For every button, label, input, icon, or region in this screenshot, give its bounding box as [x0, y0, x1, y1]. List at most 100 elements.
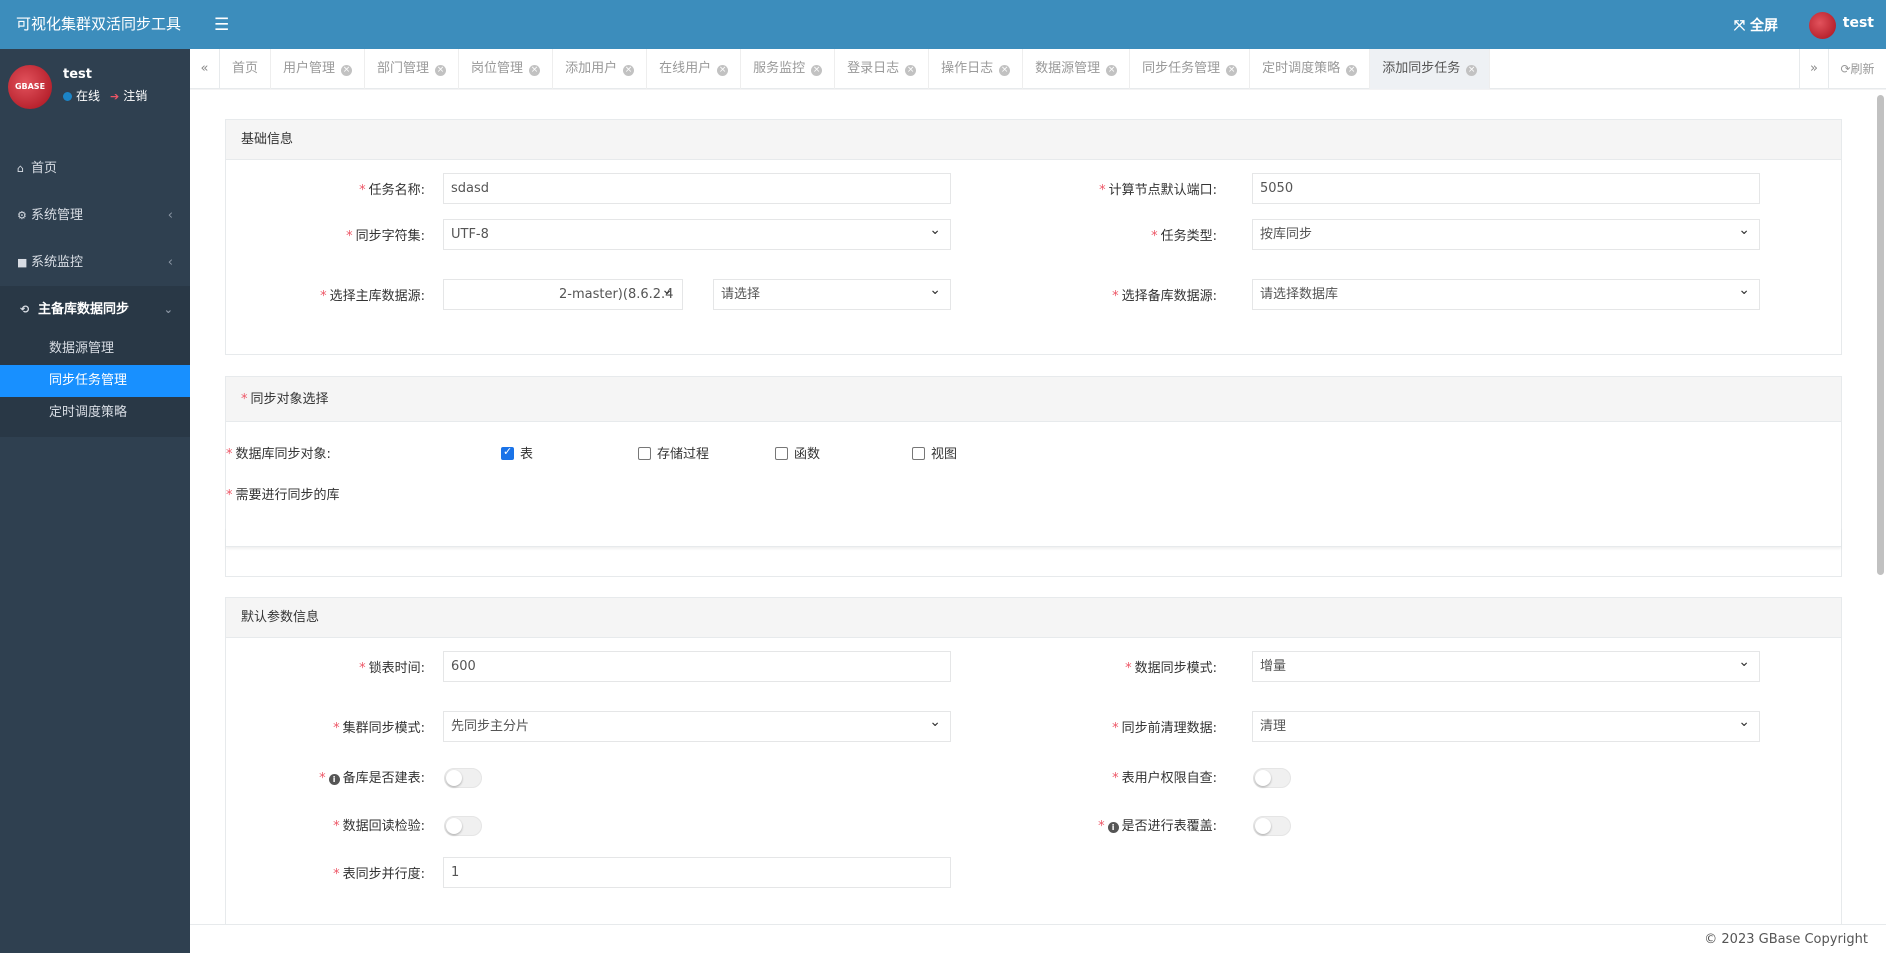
- sync-mode-select[interactable]: 增量: [1252, 651, 1760, 682]
- tab-oper-log[interactable]: 操作日志 ×: [929, 49, 1024, 89]
- tab-add-sync-task[interactable]: 添加同步任务 ×: [1370, 49, 1491, 89]
- checkbox-table[interactable]: [501, 445, 514, 460]
- sidebar-item-system[interactable]: ⚙ 系统管理 ‹: [0, 192, 190, 239]
- footer-copyright: © 2023 GBase Copyright: [190, 924, 1886, 953]
- close-icon[interactable]: ×: [811, 65, 823, 76]
- task-name-input[interactable]: sdasd: [443, 173, 951, 204]
- close-icon[interactable]: ×: [905, 65, 917, 76]
- clean-data-label: * 同步前清理数据:: [1112, 721, 1217, 736]
- close-icon[interactable]: ×: [1466, 65, 1478, 76]
- charset-select[interactable]: UTF-8: [443, 219, 951, 250]
- lock-time-label: * 锁表时间:: [359, 661, 425, 676]
- cluster-mode-select[interactable]: 先同步主分片: [443, 711, 951, 742]
- tab-post-mgmt[interactable]: 岗位管理 ×: [459, 49, 554, 89]
- tab-login-log[interactable]: 登录日志 ×: [835, 49, 930, 89]
- perm-check-toggle[interactable]: [1253, 768, 1291, 788]
- fullscreen-button[interactable]: ⤧ 全屏: [1734, 15, 1778, 35]
- checkbox-table-label: 表: [520, 447, 534, 462]
- tab-label: 数据源管理: [1035, 61, 1101, 76]
- readback-toggle[interactable]: [444, 816, 482, 836]
- tab-scroll-right-icon[interactable]: »: [1799, 49, 1829, 89]
- close-icon[interactable]: ×: [529, 65, 541, 76]
- panel-title: 基础信息: [226, 120, 1841, 160]
- tab-scroll-left-icon[interactable]: «: [190, 49, 220, 89]
- tab-label: 用户管理: [283, 61, 336, 76]
- sync-icon: ⟲: [20, 303, 30, 316]
- logout-link[interactable]: ➔ 注销: [110, 87, 147, 104]
- logout-label: 注销: [123, 89, 148, 103]
- main-content: 基础信息 * 任务名称: sdasd * 计算节点默认端口: 5050 * 同步字符集…: [190, 90, 1886, 924]
- lock-time-input[interactable]: 600: [443, 651, 951, 682]
- tab-label: 岗位管理: [471, 61, 524, 76]
- tab-service-monitor[interactable]: 服务监控 ×: [741, 49, 836, 89]
- sidebar-item-home[interactable]: ⌂ 首页: [0, 145, 190, 192]
- checkbox-view-label: 视图: [931, 447, 958, 462]
- checkbox-function[interactable]: [775, 447, 788, 460]
- port-input[interactable]: 5050: [1252, 173, 1760, 204]
- tab-home[interactable]: 首页: [220, 49, 272, 89]
- online-label: 在线: [76, 89, 101, 103]
- tab-add-user[interactable]: 添加用户 ×: [553, 49, 648, 89]
- close-icon[interactable]: ×: [341, 65, 353, 76]
- tab-online-users[interactable]: 在线用户 ×: [647, 49, 742, 89]
- close-icon[interactable]: ×: [1226, 65, 1238, 76]
- tab-user-mgmt[interactable]: 用户管理 ×: [271, 49, 366, 89]
- tab-dept-mgmt[interactable]: 部门管理 ×: [365, 49, 460, 89]
- close-icon[interactable]: ×: [717, 65, 729, 76]
- close-icon[interactable]: ×: [1106, 65, 1118, 76]
- task-type-label: * 任务类型:: [1151, 229, 1217, 244]
- info-icon[interactable]: i: [328, 774, 340, 785]
- sidebar-item-schedule[interactable]: 定时调度策略: [0, 397, 190, 429]
- refresh-icon: ⟳: [1840, 62, 1851, 76]
- parallel-label: * 表同步并行度:: [333, 867, 425, 882]
- tab-label: 部门管理: [377, 61, 430, 76]
- topbar-user[interactable]: test: [1843, 15, 1874, 31]
- sync-objects-label: * 数据库同步对象:: [226, 447, 331, 462]
- parallel-input[interactable]: 1: [443, 857, 951, 888]
- overwrite-toggle[interactable]: [1253, 816, 1291, 836]
- tab-label: 登录日志: [847, 61, 900, 76]
- close-icon[interactable]: ×: [999, 65, 1011, 76]
- checkbox-view[interactable]: [912, 447, 925, 460]
- chevron-left-icon: ‹: [167, 208, 173, 223]
- sidebar-item-label: 系统监控: [31, 255, 84, 270]
- vertical-scrollbar[interactable]: [1877, 95, 1884, 575]
- menu-toggle-icon[interactable]: ☰: [214, 15, 229, 35]
- tab-label: 添加用户: [565, 61, 618, 76]
- sidebar-item-label: 系统管理: [31, 208, 84, 223]
- close-icon[interactable]: ×: [623, 65, 635, 76]
- panel-title: 默认参数信息: [226, 598, 1841, 638]
- sidebar-submenu: 数据源管理 同步任务管理 定时调度策略: [0, 333, 190, 437]
- close-icon[interactable]: ×: [1346, 65, 1358, 76]
- create-table-toggle[interactable]: [444, 768, 482, 788]
- avatar[interactable]: GBASE: [8, 65, 52, 109]
- user-status: 在线 ➔ 注销: [63, 87, 147, 104]
- info-icon[interactable]: i: [1107, 822, 1119, 833]
- sidebar: 可视化集群双活同步工具 GBASE test 在线 ➔ 注销 ⌂ 首页 ⚙ 系统管理 …: [0, 0, 190, 953]
- task-type-select[interactable]: 按库同步: [1252, 219, 1760, 250]
- sidebar-item-datasource[interactable]: 数据源管理: [0, 333, 190, 365]
- readback-label: * 数据回读检验:: [333, 819, 425, 834]
- topbar-avatar[interactable]: [1809, 12, 1836, 39]
- user-name: test: [63, 67, 92, 82]
- cluster-mode-label: * 集群同步模式:: [333, 721, 425, 736]
- master-source-select[interactable]: 2-master)(8.6.2.4: [443, 279, 683, 310]
- refresh-button[interactable]: ⟳刷新: [1829, 49, 1886, 89]
- tab-datasource[interactable]: 数据源管理 ×: [1023, 49, 1131, 89]
- backup-source-select[interactable]: 请选择数据库: [1252, 279, 1760, 310]
- master-source-label: * 选择主库数据源:: [320, 289, 425, 304]
- sidebar-item-sync-task[interactable]: 同步任务管理: [0, 365, 190, 397]
- sidebar-item-monitor[interactable]: ■ 系统监控 ‹: [0, 239, 190, 286]
- checkbox-function-label: 函数: [794, 447, 821, 462]
- master-db-select[interactable]: 请选择: [713, 279, 951, 310]
- tab-sync-task[interactable]: 同步任务管理 ×: [1130, 49, 1251, 89]
- tab-label: 添加同步任务: [1382, 61, 1461, 76]
- sync-db-label: * 需要进行同步的库: [226, 488, 340, 503]
- clean-data-select[interactable]: 清理: [1252, 711, 1760, 742]
- chevron-left-icon: ‹: [167, 255, 173, 270]
- checkbox-procedure[interactable]: [638, 447, 651, 460]
- default-params-panel: 默认参数信息 *锁表时间: 600 *数据同步模式: 增量 *集群同步模式: 先…: [225, 597, 1842, 924]
- sidebar-item-sync[interactable]: ⟲ 主备库数据同步 ⌄: [0, 286, 190, 333]
- tab-schedule[interactable]: 定时调度策略 ×: [1250, 49, 1371, 89]
- close-icon[interactable]: ×: [435, 65, 447, 76]
